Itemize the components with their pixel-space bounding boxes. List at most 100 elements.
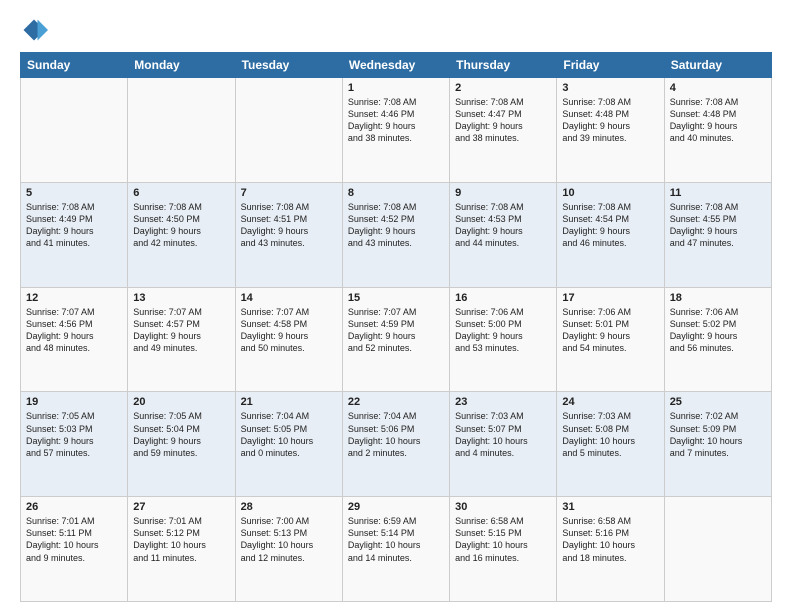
day-cell: 2 Sunrise: 7:08 AM Sunset: 4:47 PM Daylig… <box>450 78 557 183</box>
day-info: Sunrise: 7:08 AM Sunset: 4:51 PM Dayligh… <box>241 201 337 250</box>
day-cell: 10 Sunrise: 7:08 AM Sunset: 4:54 PM Dayli… <box>557 182 664 287</box>
weekday-header-friday: Friday <box>557 53 664 78</box>
weekday-header-tuesday: Tuesday <box>235 53 342 78</box>
day-cell: 29 Sunrise: 6:59 AM Sunset: 5:14 PM Dayli… <box>342 497 449 602</box>
day-info: Sunrise: 7:07 AM Sunset: 4:56 PM Dayligh… <box>26 306 122 355</box>
day-cell: 14 Sunrise: 7:07 AM Sunset: 4:58 PM Dayli… <box>235 287 342 392</box>
day-info: Sunrise: 7:07 AM Sunset: 4:57 PM Dayligh… <box>133 306 229 355</box>
day-info: Sunrise: 7:08 AM Sunset: 4:48 PM Dayligh… <box>562 96 658 145</box>
day-info: Sunrise: 7:01 AM Sunset: 5:11 PM Dayligh… <box>26 515 122 564</box>
day-info: Sunrise: 6:58 AM Sunset: 5:16 PM Dayligh… <box>562 515 658 564</box>
day-number: 13 <box>133 292 229 304</box>
day-number: 16 <box>455 292 551 304</box>
day-cell: 20 Sunrise: 7:05 AM Sunset: 5:04 PM Dayli… <box>128 392 235 497</box>
day-info: Sunrise: 7:08 AM Sunset: 4:48 PM Dayligh… <box>670 96 766 145</box>
day-info: Sunrise: 7:02 AM Sunset: 5:09 PM Dayligh… <box>670 410 766 459</box>
day-number: 30 <box>455 501 551 513</box>
day-info: Sunrise: 7:04 AM Sunset: 5:06 PM Dayligh… <box>348 410 444 459</box>
day-cell: 18Sunrise: 7:06 AM Sunset: 5:02 PM Dayli… <box>664 287 771 392</box>
day-number: 29 <box>348 501 444 513</box>
weekday-header-saturday: Saturday <box>664 53 771 78</box>
day-cell: 7Sunrise: 7:08 AM Sunset: 4:51 PM Daylig… <box>235 182 342 287</box>
day-number: 5 <box>26 187 122 199</box>
logo-icon <box>20 16 48 44</box>
day-info: Sunrise: 7:05 AM Sunset: 5:03 PM Dayligh… <box>26 410 122 459</box>
page: SundayMondayTuesdayWednesdayThursdayFrid… <box>0 0 792 612</box>
day-number: 15 <box>348 292 444 304</box>
day-cell: 25 Sunrise: 7:02 AM Sunset: 5:09 PM Dayli… <box>664 392 771 497</box>
day-cell: 24Sunrise: 7:03 AM Sunset: 5:08 PM Dayli… <box>557 392 664 497</box>
day-cell: 17Sunrise: 7:06 AM Sunset: 5:01 PM Dayli… <box>557 287 664 392</box>
day-cell: 31Sunrise: 6:58 AM Sunset: 5:16 PM Dayli… <box>557 497 664 602</box>
day-number: 12 <box>26 292 122 304</box>
day-cell: 1 Sunrise: 7:08 AM Sunset: 4:46 PM Daylig… <box>342 78 449 183</box>
weekday-header-sunday: Sunday <box>21 53 128 78</box>
day-cell: 11Sunrise: 7:08 AM Sunset: 4:55 PM Dayli… <box>664 182 771 287</box>
day-cell: 30Sunrise: 6:58 AM Sunset: 5:15 PM Dayli… <box>450 497 557 602</box>
day-number: 1 <box>348 82 444 94</box>
week-row-1: 1 Sunrise: 7:08 AM Sunset: 4:46 PM Daylig… <box>21 78 772 183</box>
day-cell: 26 Sunrise: 7:01 AM Sunset: 5:11 PM Dayli… <box>21 497 128 602</box>
day-cell: 5Sunrise: 7:08 AM Sunset: 4:49 PM Daylig… <box>21 182 128 287</box>
day-info: Sunrise: 7:08 AM Sunset: 4:46 PM Dayligh… <box>348 96 444 145</box>
day-info: Sunrise: 7:07 AM Sunset: 4:58 PM Dayligh… <box>241 306 337 355</box>
day-cell: 3 Sunrise: 7:08 AM Sunset: 4:48 PM Daylig… <box>557 78 664 183</box>
day-info: Sunrise: 7:08 AM Sunset: 4:47 PM Dayligh… <box>455 96 551 145</box>
day-number: 11 <box>670 187 766 199</box>
day-info: Sunrise: 7:06 AM Sunset: 5:01 PM Dayligh… <box>562 306 658 355</box>
weekday-header-thursday: Thursday <box>450 53 557 78</box>
day-info: Sunrise: 7:04 AM Sunset: 5:05 PM Dayligh… <box>241 410 337 459</box>
day-cell <box>235 78 342 183</box>
day-number: 26 <box>26 501 122 513</box>
day-info: Sunrise: 7:08 AM Sunset: 4:53 PM Dayligh… <box>455 201 551 250</box>
header <box>20 16 772 44</box>
week-row-3: 12 Sunrise: 7:07 AM Sunset: 4:56 PM Dayli… <box>21 287 772 392</box>
day-info: Sunrise: 7:08 AM Sunset: 4:54 PM Dayligh… <box>562 201 658 250</box>
day-number: 2 <box>455 82 551 94</box>
day-info: Sunrise: 7:03 AM Sunset: 5:07 PM Dayligh… <box>455 410 551 459</box>
day-info: Sunrise: 7:01 AM Sunset: 5:12 PM Dayligh… <box>133 515 229 564</box>
calendar-body: 1 Sunrise: 7:08 AM Sunset: 4:46 PM Daylig… <box>21 78 772 602</box>
week-row-2: 5Sunrise: 7:08 AM Sunset: 4:49 PM Daylig… <box>21 182 772 287</box>
day-info: Sunrise: 7:05 AM Sunset: 5:04 PM Dayligh… <box>133 410 229 459</box>
day-info: Sunrise: 6:59 AM Sunset: 5:14 PM Dayligh… <box>348 515 444 564</box>
day-cell: 16 Sunrise: 7:06 AM Sunset: 5:00 PM Dayli… <box>450 287 557 392</box>
day-info: Sunrise: 7:08 AM Sunset: 4:50 PM Dayligh… <box>133 201 229 250</box>
day-cell: 8 Sunrise: 7:08 AM Sunset: 4:52 PM Daylig… <box>342 182 449 287</box>
day-number: 23 <box>455 396 551 408</box>
day-number: 21 <box>241 396 337 408</box>
day-number: 10 <box>562 187 658 199</box>
weekday-header-monday: Monday <box>128 53 235 78</box>
day-number: 27 <box>133 501 229 513</box>
day-cell: 12 Sunrise: 7:07 AM Sunset: 4:56 PM Dayli… <box>21 287 128 392</box>
day-info: Sunrise: 7:08 AM Sunset: 4:52 PM Dayligh… <box>348 201 444 250</box>
day-number: 4 <box>670 82 766 94</box>
day-number: 24 <box>562 396 658 408</box>
calendar: SundayMondayTuesdayWednesdayThursdayFrid… <box>20 52 772 602</box>
day-cell: 15Sunrise: 7:07 AM Sunset: 4:59 PM Dayli… <box>342 287 449 392</box>
week-row-5: 26 Sunrise: 7:01 AM Sunset: 5:11 PM Dayli… <box>21 497 772 602</box>
day-cell: 9Sunrise: 7:08 AM Sunset: 4:53 PM Daylig… <box>450 182 557 287</box>
day-number: 14 <box>241 292 337 304</box>
weekday-header-row: SundayMondayTuesdayWednesdayThursdayFrid… <box>21 53 772 78</box>
day-number: 6 <box>133 187 229 199</box>
day-info: Sunrise: 7:00 AM Sunset: 5:13 PM Dayligh… <box>241 515 337 564</box>
day-cell: 27 Sunrise: 7:01 AM Sunset: 5:12 PM Dayli… <box>128 497 235 602</box>
day-number: 20 <box>133 396 229 408</box>
day-number: 8 <box>348 187 444 199</box>
day-cell: 21 Sunrise: 7:04 AM Sunset: 5:05 PM Dayli… <box>235 392 342 497</box>
weekday-header-wednesday: Wednesday <box>342 53 449 78</box>
day-cell: 6 Sunrise: 7:08 AM Sunset: 4:50 PM Daylig… <box>128 182 235 287</box>
day-cell: 19 Sunrise: 7:05 AM Sunset: 5:03 PM Dayli… <box>21 392 128 497</box>
day-info: Sunrise: 7:06 AM Sunset: 5:00 PM Dayligh… <box>455 306 551 355</box>
day-number: 28 <box>241 501 337 513</box>
day-cell: 23 Sunrise: 7:03 AM Sunset: 5:07 PM Dayli… <box>450 392 557 497</box>
day-number: 19 <box>26 396 122 408</box>
day-cell: 4 Sunrise: 7:08 AM Sunset: 4:48 PM Daylig… <box>664 78 771 183</box>
day-number: 25 <box>670 396 766 408</box>
day-number: 22 <box>348 396 444 408</box>
day-number: 3 <box>562 82 658 94</box>
day-cell: 13 Sunrise: 7:07 AM Sunset: 4:57 PM Dayli… <box>128 287 235 392</box>
day-cell <box>128 78 235 183</box>
day-number: 18 <box>670 292 766 304</box>
